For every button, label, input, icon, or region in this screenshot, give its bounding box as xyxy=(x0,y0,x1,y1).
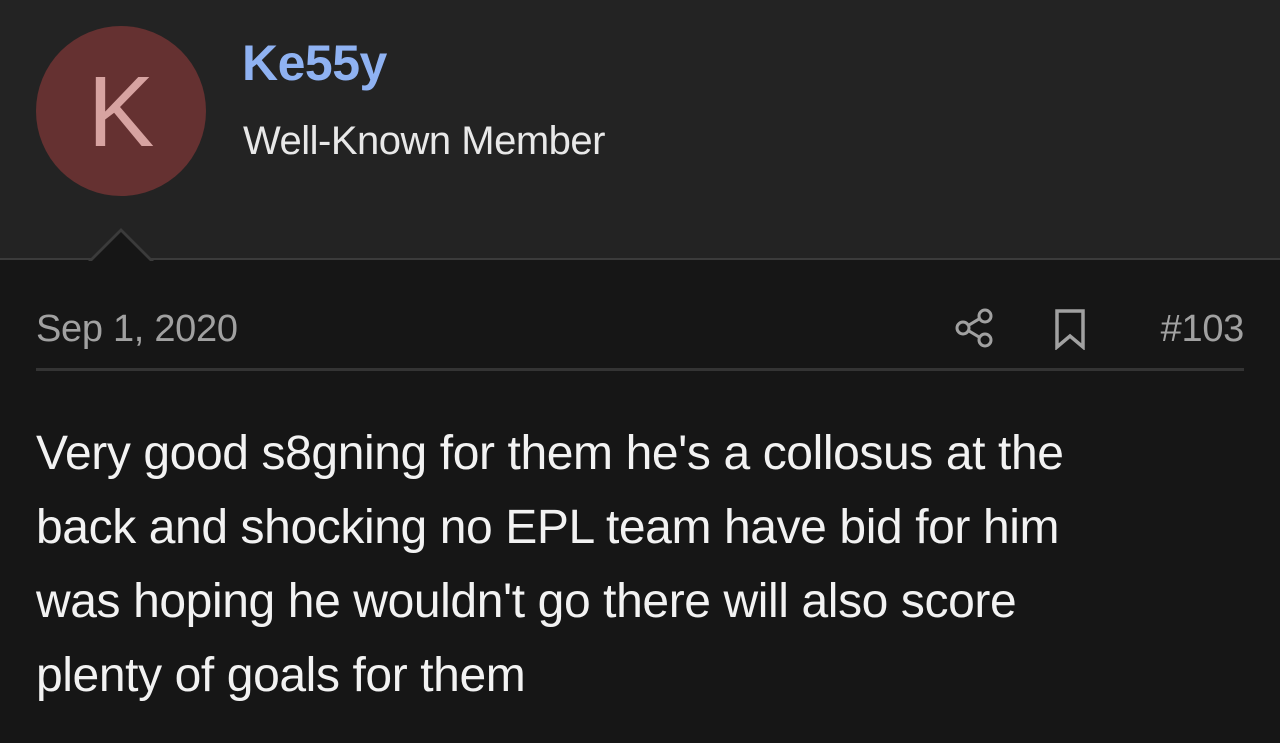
bookmark-icon[interactable] xyxy=(1052,308,1088,350)
share-icon[interactable] xyxy=(952,306,996,350)
post-number-link[interactable]: #103 xyxy=(1161,310,1245,348)
avatar-initial: K xyxy=(87,56,155,168)
post-author-header: K Ke55y Well-Known Member xyxy=(0,0,1280,260)
post-body-line: was hoping he wouldn't go there will als… xyxy=(36,575,1017,628)
user-title: Well-Known Member xyxy=(243,119,606,163)
post-divider xyxy=(36,368,1244,371)
header-pointer-fill xyxy=(91,232,151,262)
post-body: Very good s8gning for them he's a collos… xyxy=(36,417,1246,713)
username-link[interactable]: Ke55y xyxy=(242,38,387,88)
forum-post: K Ke55y Well-Known Member Sep 1, 2020 #1… xyxy=(0,0,1280,743)
post-date-link[interactable]: Sep 1, 2020 xyxy=(36,310,238,348)
post-body-line: back and shocking no EPL team have bid f… xyxy=(36,501,1060,554)
post-body-line: Very good s8gning for them he's a collos… xyxy=(36,427,1064,480)
post-body-line: plenty of goals for them xyxy=(36,649,526,702)
avatar[interactable]: K xyxy=(36,26,206,196)
